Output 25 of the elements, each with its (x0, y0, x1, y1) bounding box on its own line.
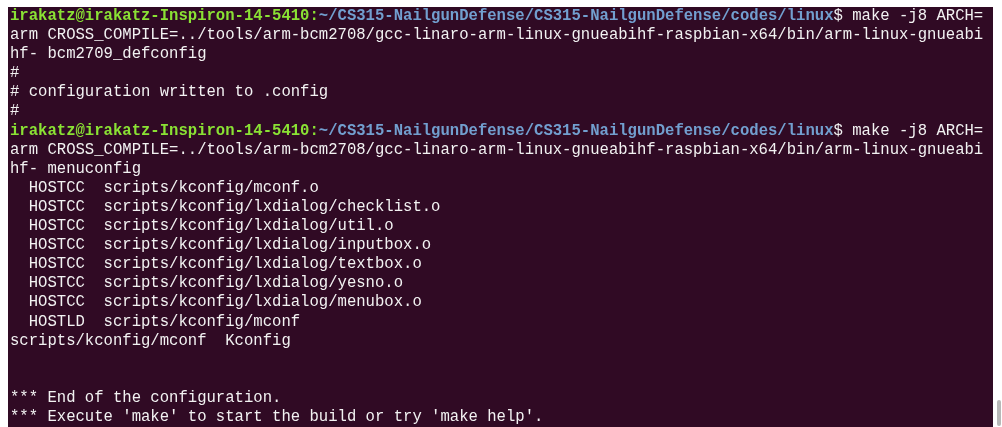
command-text: $ make -j8 ARCH= (833, 121, 984, 141)
output-line: *** End of the configuration. (10, 388, 282, 408)
output-line: HOSTCC scripts/kconfig/lxdialog/inputbox.o (27, 236, 432, 256)
output-line: hf- bcm2709_defconfig (10, 45, 207, 65)
output-line: HOSTCC scripts/kconfig/lxdialog/util.o (27, 217, 394, 237)
output-line: HOSTCC scripts/kconfig/lxdialog/textbox.o (27, 255, 422, 275)
output-line: # (10, 64, 20, 84)
output-line: arm CROSS_COMPILE=../tools/arm-bcm2708/gcc-linaro-arm-linux-gnueabihf-raspbian-x64/bin/arm-linux-gnueabi (10, 140, 984, 160)
output-line: *** Execute 'make' to start the build or try 'make help'. (10, 407, 544, 427)
output-line: hf- menuconfig (10, 159, 141, 179)
output-line: scripts/kconfig/mconf Kconfig (10, 331, 291, 351)
output-line: arm CROSS_COMPILE=../tools/arm-bcm2708/gcc-linaro-arm-linux-gnueabihf-raspbian-x64/bin/arm-linux-gnueabi (10, 26, 984, 46)
scrollbar-thumb[interactable] (997, 400, 1001, 426)
prompt-path: ~/CS315-NailgunDefense/CS315-NailgunDefense/codes/linux (318, 7, 834, 27)
prompt-user-host: irakatz@irakatz-Inspiron-14-5410: (10, 7, 319, 27)
output-line: HOSTCC scripts/kconfig/lxdialog/yesno.o (27, 274, 404, 294)
output-line: HOSTCC scripts/kconfig/mconf.o (27, 178, 319, 198)
prompt-path: ~/CS315-NailgunDefense/CS315-NailgunDefense/codes/linux (318, 121, 834, 141)
output-line: # configuration written to .config (10, 83, 329, 103)
output-line: HOSTCC scripts/kconfig/lxdialog/menubox.o (27, 293, 422, 313)
prompt-user-host: irakatz@irakatz-Inspiron-14-5410: (10, 121, 319, 141)
output-line: HOSTLD scripts/kconfig/mconf (27, 312, 301, 332)
command-text: $ make -j8 ARCH= (833, 7, 984, 27)
output-line: # (10, 102, 20, 122)
output-line: HOSTCC scripts/kconfig/lxdialog/checklist.o (27, 197, 441, 218)
